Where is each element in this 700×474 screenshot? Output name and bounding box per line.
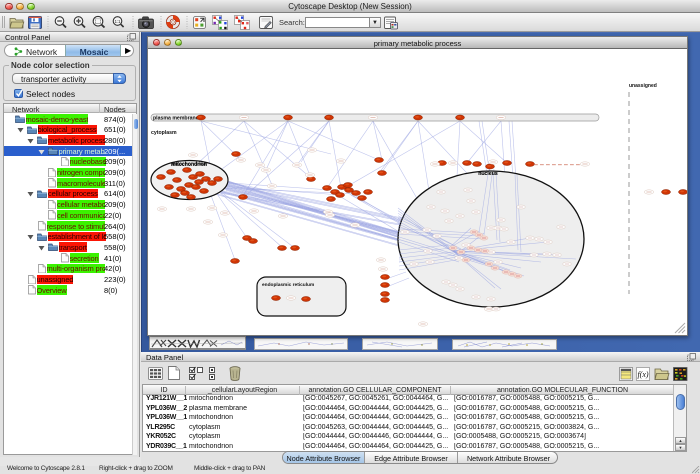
svg-text:unassigned: unassigned xyxy=(629,83,657,89)
svg-text:plasma membrane: plasma membrane xyxy=(153,116,199,122)
svg-text:endoplasmic reticulum: endoplasmic reticulum xyxy=(262,282,314,288)
svg-text:nucleus: nucleus xyxy=(478,171,498,177)
svg-text:1:1: 1:1 xyxy=(115,19,121,24)
svg-text:mitochondrion: mitochondrion xyxy=(172,162,207,168)
svg-text:cytoplasm: cytoplasm xyxy=(151,130,177,136)
svg-text:f(x): f(x) xyxy=(637,370,648,379)
